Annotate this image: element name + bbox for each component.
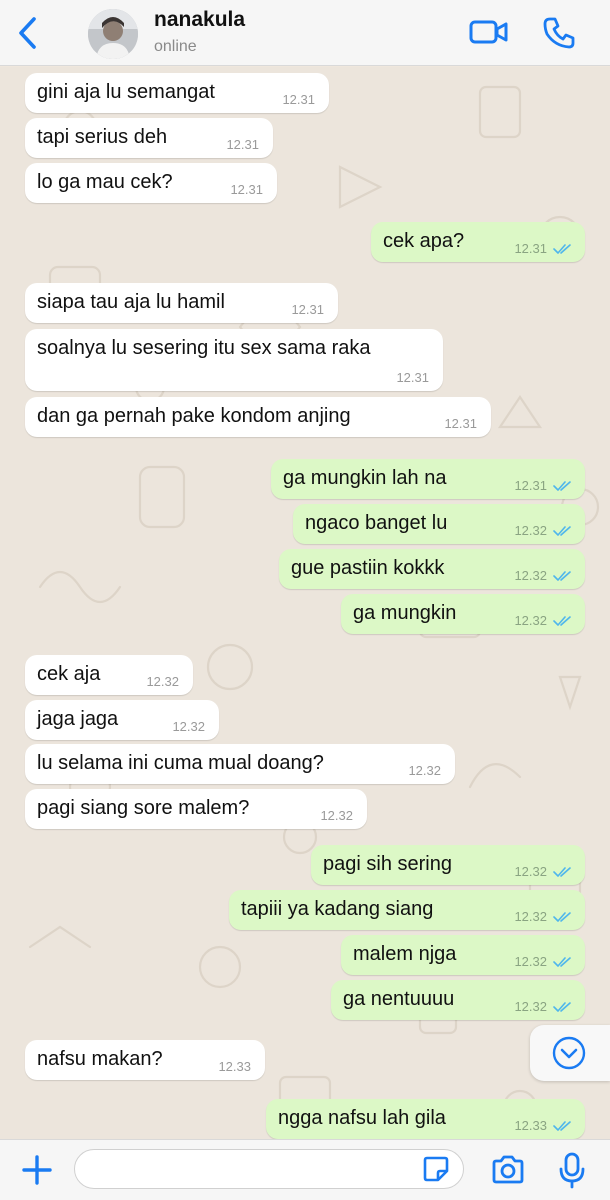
back-button[interactable] — [12, 14, 46, 52]
sticker-icon — [423, 1156, 449, 1182]
message-text: tapi serius deh — [37, 126, 168, 148]
incoming-message[interactable]: siapa tau aja lu hamil 12.31 — [25, 283, 338, 323]
outgoing-message[interactable]: pagi sih sering 12.32 — [311, 845, 585, 885]
message-text: soalnya lu sesering itu sex sama raka — [37, 337, 371, 359]
chevron-left-icon — [19, 17, 36, 49]
message-text: pagi siang sore malem? — [37, 797, 250, 819]
message-text: nafsu makan? — [37, 1048, 163, 1070]
video-call-button[interactable] — [468, 14, 510, 50]
sticker-button[interactable] — [422, 1155, 450, 1183]
message-time: 12.32 — [514, 523, 547, 538]
message-time: 12.32 — [172, 719, 205, 734]
incoming-message[interactable]: lu selama ini cuma mual doang? 12.32 — [25, 744, 455, 784]
message-input[interactable] — [74, 1149, 464, 1189]
avatar-photo — [88, 9, 138, 59]
chat-area[interactable]: gini aja lu semangat 12.31 tapi serius deh… — [0, 67, 610, 1139]
outgoing-message[interactable]: ngga nafsu lah gila 12.33 — [266, 1099, 585, 1139]
message-text: lu selama ini cuma mual doang? — [37, 752, 324, 774]
message-text: cek aja — [37, 663, 101, 685]
phone-icon — [543, 17, 575, 49]
message-time: 12.31 — [514, 241, 547, 256]
message-time: 12.32 — [514, 909, 547, 924]
attach-button[interactable] — [20, 1153, 54, 1187]
read-ticks-icon — [553, 957, 571, 967]
read-ticks-icon — [553, 571, 571, 581]
message-time: 12.32 — [146, 674, 179, 689]
incoming-message[interactable]: tapi serius deh 12.31 — [25, 118, 273, 158]
message-text: ga mungkin lah na — [283, 467, 447, 489]
incoming-message[interactable]: lo ga mau cek? 12.31 — [25, 163, 277, 203]
message-text: ngaco banget lu — [305, 512, 448, 534]
outgoing-message[interactable]: gue pastiin kokkk 12.32 — [279, 549, 585, 589]
voice-call-button[interactable] — [540, 14, 578, 52]
message-text: tapiii ya kadang siang — [241, 898, 434, 920]
message-time: 12.32 — [514, 568, 547, 583]
message-time: 12.32 — [514, 954, 547, 969]
outgoing-message[interactable]: cek apa? 12.31 — [371, 222, 585, 262]
outgoing-message[interactable]: ga nentuuuu 12.32 — [331, 980, 585, 1020]
read-ticks-icon — [553, 244, 571, 254]
outgoing-message[interactable]: tapiii ya kadang siang 12.32 — [229, 890, 585, 930]
message-time: 12.31 — [282, 92, 315, 107]
message-text: ga nentuuuu — [343, 988, 455, 1010]
message-text: cek apa? — [383, 230, 465, 252]
plus-icon — [22, 1155, 52, 1185]
outgoing-message[interactable]: ga mungkin lah na 12.31 — [271, 459, 585, 499]
incoming-message[interactable]: soalnya lu sesering itu sex sama raka 12.… — [25, 329, 443, 391]
incoming-message[interactable]: jaga jaga 12.32 — [25, 700, 219, 740]
message-input-bar — [0, 1139, 610, 1200]
contact-status: online — [154, 38, 197, 55]
incoming-message[interactable]: cek aja 12.32 — [25, 655, 193, 695]
message-text: siapa tau aja lu hamil — [37, 291, 225, 313]
outgoing-message[interactable]: ga mungkin 12.32 — [341, 594, 585, 634]
read-ticks-icon — [553, 1121, 571, 1131]
message-text: jaga jaga — [37, 708, 119, 730]
read-ticks-icon — [553, 912, 571, 922]
chevron-down-circle-icon — [552, 1036, 586, 1070]
microphone-button[interactable] — [558, 1151, 586, 1189]
message-time: 12.32 — [514, 999, 547, 1014]
message-text: ga mungkin — [353, 602, 457, 624]
message-time: 12.31 — [226, 137, 259, 152]
message-text: gini aja lu semangat — [37, 81, 215, 103]
message-text: ngga nafsu lah gila — [278, 1107, 446, 1129]
message-time: 12.32 — [514, 864, 547, 879]
message-text: lo ga mau cek? — [37, 171, 173, 193]
message-time: 12.31 — [444, 416, 477, 431]
camera-button[interactable] — [490, 1154, 526, 1186]
incoming-message[interactable]: gini aja lu semangat 12.31 — [25, 73, 329, 113]
message-time: 12.33 — [218, 1059, 251, 1074]
message-time: 12.33 — [514, 1118, 547, 1133]
camera-icon — [492, 1155, 524, 1184]
read-ticks-icon — [553, 867, 571, 877]
contact-avatar[interactable] — [88, 9, 138, 59]
read-ticks-icon — [553, 616, 571, 626]
message-time: 12.32 — [320, 808, 353, 823]
incoming-message[interactable]: nafsu makan? 12.33 — [25, 1040, 265, 1080]
message-time: 12.31 — [514, 478, 547, 493]
outgoing-message[interactable]: ngaco banget lu 12.32 — [293, 504, 585, 544]
incoming-message[interactable]: pagi siang sore malem? 12.32 — [25, 789, 367, 829]
outgoing-message[interactable]: malem njga 12.32 — [341, 935, 585, 975]
chat-header: nanakula online — [0, 0, 610, 66]
incoming-message[interactable]: dan ga pernah pake kondom anjing 12.31 — [25, 397, 491, 437]
message-time: 12.31 — [230, 182, 263, 197]
message-time: 12.32 — [514, 613, 547, 628]
message-time: 12.32 — [408, 763, 441, 778]
message-text: gue pastiin kokkk — [291, 557, 445, 579]
message-time: 12.31 — [396, 370, 429, 385]
contact-name[interactable]: nanakula — [154, 8, 245, 32]
message-text: dan ga pernah pake kondom anjing — [37, 405, 351, 427]
message-text: malem njga — [353, 943, 457, 965]
message-text: pagi sih sering — [323, 853, 452, 875]
read-ticks-icon — [553, 1002, 571, 1012]
read-ticks-icon — [553, 526, 571, 536]
scroll-to-bottom-button[interactable] — [530, 1025, 610, 1081]
video-camera-icon — [469, 20, 508, 44]
read-ticks-icon — [553, 481, 571, 491]
message-time: 12.31 — [291, 302, 324, 317]
microphone-icon — [559, 1152, 585, 1189]
